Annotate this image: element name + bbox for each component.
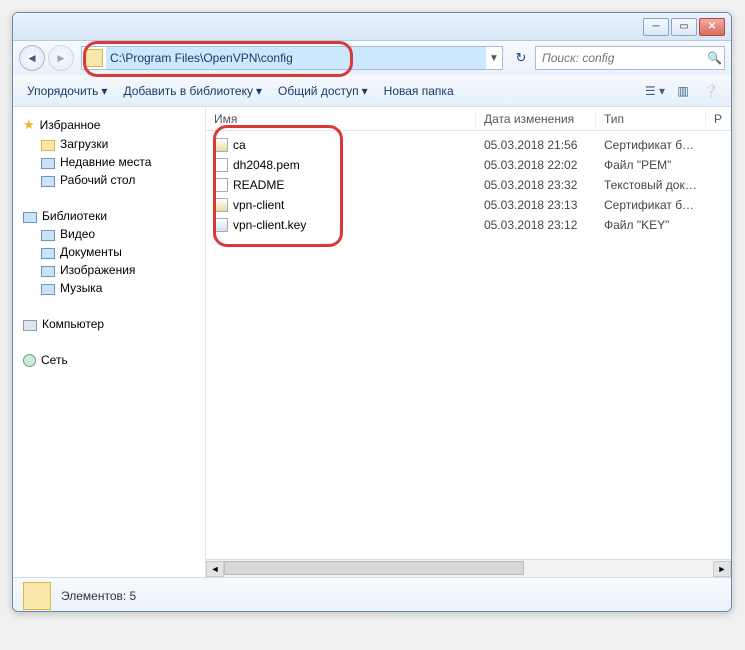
explorer-window: ─ ▭ ✕ ◄ ► ▼ ↻ 🔍 Упорядочить ▾ Добавить в… <box>12 12 732 612</box>
file-name: dh2048.pem <box>233 158 300 172</box>
search-input[interactable] <box>536 51 705 65</box>
desktop-icon <box>41 176 55 187</box>
file-row[interactable]: README 05.03.2018 23:32 Текстовый докум… <box>206 175 731 195</box>
file-icon <box>214 178 228 192</box>
computer-group[interactable]: Компьютер <box>23 315 197 333</box>
file-row[interactable]: vpn-client 05.03.2018 23:13 Сертификат б… <box>206 195 731 215</box>
maximize-button[interactable]: ▭ <box>671 18 697 36</box>
file-icon <box>214 158 228 172</box>
file-date: 05.03.2018 23:32 <box>476 178 596 192</box>
horizontal-scrollbar[interactable]: ◄ ► <box>206 559 731 577</box>
column-type[interactable]: Тип <box>596 112 706 126</box>
view-options-button[interactable]: ☰ ▾ <box>643 81 667 101</box>
chevron-down-icon: ▾ <box>256 84 262 98</box>
network-icon <box>23 354 36 367</box>
file-rows: ca 05.03.2018 21:56 Сертификат безо… dh2… <box>206 131 731 559</box>
content-body: ★Избранное Загрузки Недавние места Рабоч… <box>13 107 731 577</box>
file-name: ca <box>233 138 246 152</box>
navigation-pane: ★Избранное Загрузки Недавние места Рабоч… <box>13 107 206 577</box>
music-icon <box>41 284 55 295</box>
folder-icon <box>23 582 51 610</box>
sidebar-item-downloads[interactable]: Загрузки <box>23 135 197 153</box>
folder-icon <box>41 140 55 151</box>
chevron-down-icon: ▾ <box>362 84 368 98</box>
file-icon <box>214 198 228 212</box>
file-date: 05.03.2018 22:02 <box>476 158 596 172</box>
file-date: 05.03.2018 23:13 <box>476 198 596 212</box>
file-icon <box>214 218 228 232</box>
status-text: Элементов: 5 <box>61 589 136 603</box>
file-name: vpn-client.key <box>233 218 306 232</box>
favorites-group[interactable]: ★Избранное <box>23 115 197 135</box>
column-size[interactable]: Р <box>706 112 731 126</box>
network-group[interactable]: Сеть <box>23 351 197 369</box>
column-headers: Имя Дата изменения Тип Р <box>206 107 731 131</box>
file-type: Сертификат безо… <box>596 198 706 212</box>
close-button[interactable]: ✕ <box>699 18 725 36</box>
scroll-track[interactable] <box>224 561 713 577</box>
help-button[interactable]: ❔ <box>699 81 723 101</box>
chevron-down-icon: ▾ <box>101 84 107 98</box>
file-type: Файл "PEM" <box>596 158 706 172</box>
status-bar: Элементов: 5 <box>13 577 731 612</box>
file-date: 05.03.2018 23:12 <box>476 218 596 232</box>
file-name: vpn-client <box>233 198 284 212</box>
forward-button[interactable]: ► <box>48 45 74 71</box>
refresh-button[interactable]: ↻ <box>510 47 532 69</box>
scroll-thumb[interactable] <box>224 561 524 575</box>
sidebar-item-documents[interactable]: Документы <box>23 243 197 261</box>
sidebar-item-video[interactable]: Видео <box>23 225 197 243</box>
search-icon: 🔍 <box>705 51 724 65</box>
video-icon <box>41 230 55 241</box>
documents-icon <box>41 248 55 259</box>
scroll-right-button[interactable]: ► <box>713 561 731 577</box>
sidebar-item-music[interactable]: Музыка <box>23 279 197 297</box>
file-list-area: Имя Дата изменения Тип Р ca 05.03.2018 2… <box>206 107 731 577</box>
back-button[interactable]: ◄ <box>19 45 45 71</box>
libraries-group[interactable]: Библиотеки <box>23 207 197 225</box>
file-row[interactable]: dh2048.pem 05.03.2018 22:02 Файл "PEM" <box>206 155 731 175</box>
sidebar-item-recent[interactable]: Недавние места <box>23 153 197 171</box>
address-input[interactable] <box>106 47 486 69</box>
file-name: README <box>233 178 284 192</box>
scroll-left-button[interactable]: ◄ <box>206 561 224 577</box>
address-dropdown-icon[interactable]: ▼ <box>486 53 502 64</box>
file-row[interactable]: vpn-client.key 05.03.2018 23:12 Файл "KE… <box>206 215 731 235</box>
share-menu[interactable]: Общий доступ ▾ <box>272 81 374 101</box>
sidebar-item-desktop[interactable]: Рабочий стол <box>23 171 197 189</box>
preview-pane-button[interactable]: ▥ <box>671 81 695 101</box>
nav-bar: ◄ ► ▼ ↻ 🔍 <box>13 41 731 75</box>
file-type: Сертификат безо… <box>596 138 706 152</box>
sidebar-item-pictures[interactable]: Изображения <box>23 261 197 279</box>
file-row[interactable]: ca 05.03.2018 21:56 Сертификат безо… <box>206 135 731 155</box>
file-date: 05.03.2018 21:56 <box>476 138 596 152</box>
recent-icon <box>41 158 55 169</box>
star-icon: ★ <box>23 117 35 133</box>
minimize-button[interactable]: ─ <box>643 18 669 36</box>
folder-icon <box>85 49 103 67</box>
new-folder-button[interactable]: Новая папка <box>378 81 460 101</box>
file-type: Файл "KEY" <box>596 218 706 232</box>
file-type: Текстовый докум… <box>596 178 706 192</box>
library-icon <box>23 212 37 223</box>
column-name[interactable]: Имя <box>206 112 476 126</box>
organize-menu[interactable]: Упорядочить ▾ <box>21 81 113 101</box>
add-to-library-menu[interactable]: Добавить в библиотеку ▾ <box>117 81 268 101</box>
toolbar: Упорядочить ▾ Добавить в библиотеку ▾ Об… <box>13 75 731 107</box>
computer-icon <box>23 320 37 331</box>
titlebar: ─ ▭ ✕ <box>13 13 731 41</box>
pictures-icon <box>41 266 55 277</box>
column-date[interactable]: Дата изменения <box>476 112 596 126</box>
file-icon <box>214 138 228 152</box>
search-bar[interactable]: 🔍 <box>535 46 725 70</box>
address-bar[interactable]: ▼ <box>81 46 503 70</box>
